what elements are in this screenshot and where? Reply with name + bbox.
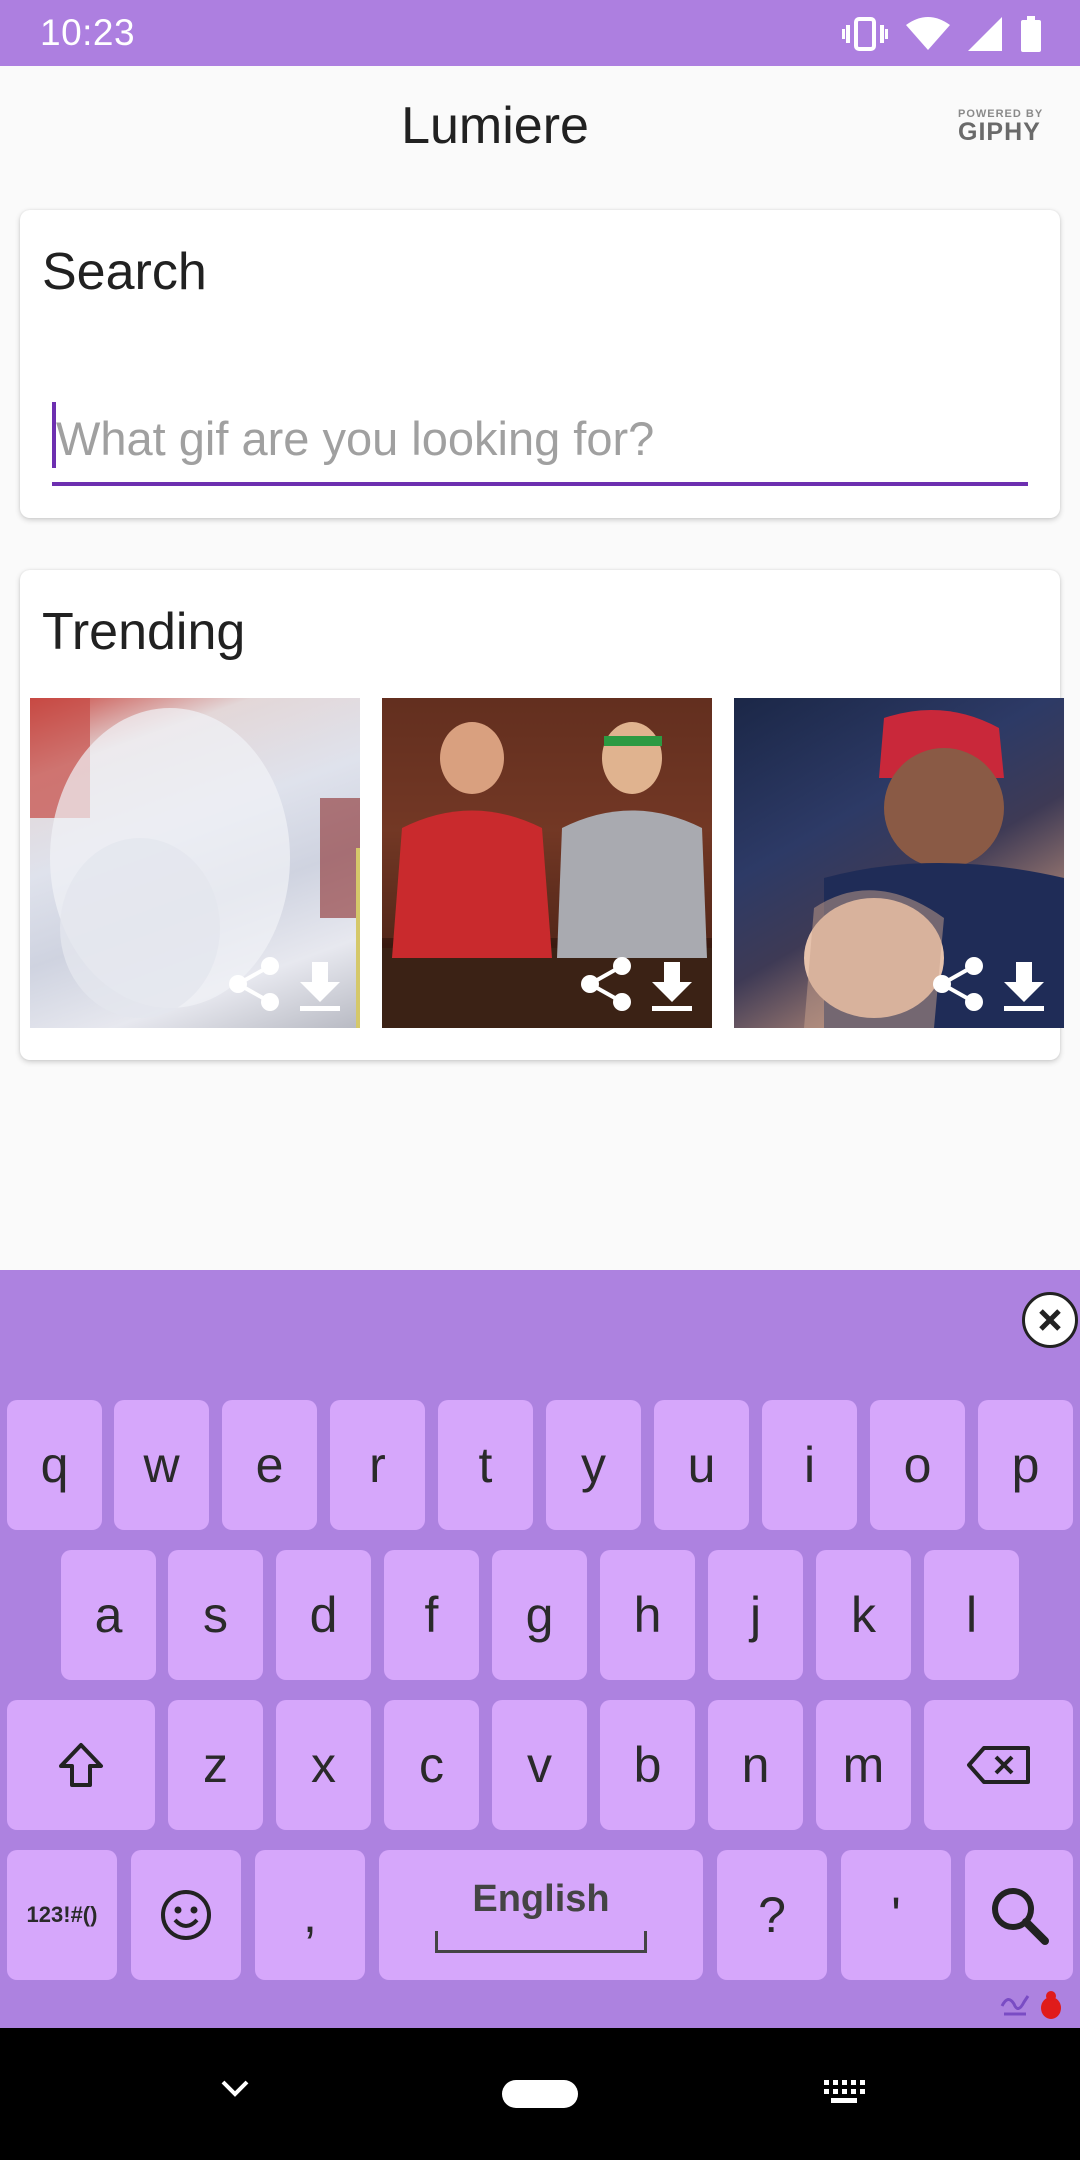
swipe-icon (1000, 1995, 1030, 2016)
key-l[interactable]: l (924, 1550, 1019, 1680)
key-x[interactable]: x (276, 1700, 371, 1830)
close-icon (1039, 1309, 1061, 1331)
key-e[interactable]: e (222, 1400, 317, 1530)
emoji-key[interactable] (131, 1850, 241, 1980)
key-z[interactable]: z (168, 1700, 263, 1830)
emoji-icon (161, 1890, 211, 1940)
space-key[interactable]: English (379, 1850, 703, 1980)
vibrate-icon (842, 17, 888, 51)
backspace-key[interactable] (924, 1700, 1073, 1830)
bug-icon (1041, 1991, 1061, 2019)
key-n[interactable]: n (708, 1700, 803, 1830)
spacebar-icon (435, 1930, 647, 1953)
keyboard-brand (1000, 1990, 1064, 2020)
nav-home-pill[interactable] (502, 2080, 578, 2108)
key-f[interactable]: f (384, 1550, 479, 1680)
cell-signal-icon (968, 17, 1002, 51)
battery-icon (1021, 16, 1041, 52)
key-y[interactable]: y (546, 1400, 641, 1530)
download-icon[interactable] (300, 962, 340, 1012)
download-icon[interactable] (1004, 962, 1044, 1012)
key-d[interactable]: d (276, 1550, 371, 1680)
comma-key[interactable]: , (255, 1850, 365, 1980)
key-r[interactable]: r (330, 1400, 425, 1530)
keyboard: q w e r t y u i o p a s d f g h j k l z … (0, 1270, 1080, 2028)
trending-gif-list (30, 698, 1064, 1028)
search-card: Search (20, 210, 1060, 518)
shift-icon (59, 1743, 103, 1787)
giphy-logo: POWERED BY GIPHY (958, 108, 1052, 146)
search-title: Search (42, 243, 207, 301)
keyboard-close-button[interactable] (1022, 1292, 1078, 1348)
status-icons (842, 14, 1042, 54)
search-input[interactable] (56, 396, 1016, 480)
search-key[interactable] (965, 1850, 1073, 1980)
key-i[interactable]: i (762, 1400, 857, 1530)
gif-actions (932, 956, 1044, 1012)
key-t[interactable]: t (438, 1400, 533, 1530)
backspace-icon (966, 1746, 1030, 1784)
trending-title: Trending (42, 603, 246, 661)
key-m[interactable]: m (816, 1700, 911, 1830)
key-h[interactable]: h (600, 1550, 695, 1680)
trending-card: Trending (20, 570, 1064, 1060)
key-j[interactable]: j (708, 1550, 803, 1680)
download-icon[interactable] (652, 962, 692, 1012)
apostrophe-key[interactable]: ' (841, 1850, 951, 1980)
share-icon[interactable] (580, 956, 632, 1012)
space-key-label: English (472, 1877, 610, 1920)
key-a[interactable]: a (61, 1550, 156, 1680)
question-mark-key[interactable]: ? (717, 1850, 827, 1980)
key-v[interactable]: v (492, 1700, 587, 1830)
trending-gif-3[interactable] (734, 698, 1064, 1028)
gif-actions (580, 956, 692, 1012)
gif-actions (228, 956, 340, 1012)
wifi-icon (906, 17, 950, 50)
key-s[interactable]: s (168, 1550, 263, 1680)
key-k[interactable]: k (816, 1550, 911, 1680)
key-u[interactable]: u (654, 1400, 749, 1530)
key-b[interactable]: b (600, 1700, 695, 1830)
share-icon[interactable] (932, 956, 984, 1012)
shift-key[interactable] (7, 1700, 155, 1830)
nav-back-icon[interactable] (220, 2078, 250, 2100)
key-p[interactable]: p (978, 1400, 1073, 1530)
trending-gif-1[interactable] (30, 698, 360, 1028)
symbols-key[interactable]: 123!#() (7, 1850, 117, 1980)
search-field[interactable] (52, 396, 1028, 486)
status-bar: 10:23 (0, 0, 1080, 66)
app-bar: Lumiere POWERED BY GIPHY (0, 66, 1080, 196)
keyboard-switch-icon[interactable] (822, 2076, 866, 2106)
status-time: 10:23 (40, 12, 136, 53)
key-w[interactable]: w (114, 1400, 209, 1530)
key-o[interactable]: o (870, 1400, 965, 1530)
navigation-bar (0, 2028, 1080, 2160)
key-q[interactable]: q (7, 1400, 102, 1530)
share-icon[interactable] (228, 956, 280, 1012)
giphy-wordmark: GIPHY (958, 118, 1041, 146)
search-icon (992, 1888, 1049, 1945)
app-title: Lumiere (401, 97, 589, 155)
key-c[interactable]: c (384, 1700, 479, 1830)
key-g[interactable]: g (492, 1550, 587, 1680)
trending-gif-2[interactable] (382, 698, 712, 1028)
